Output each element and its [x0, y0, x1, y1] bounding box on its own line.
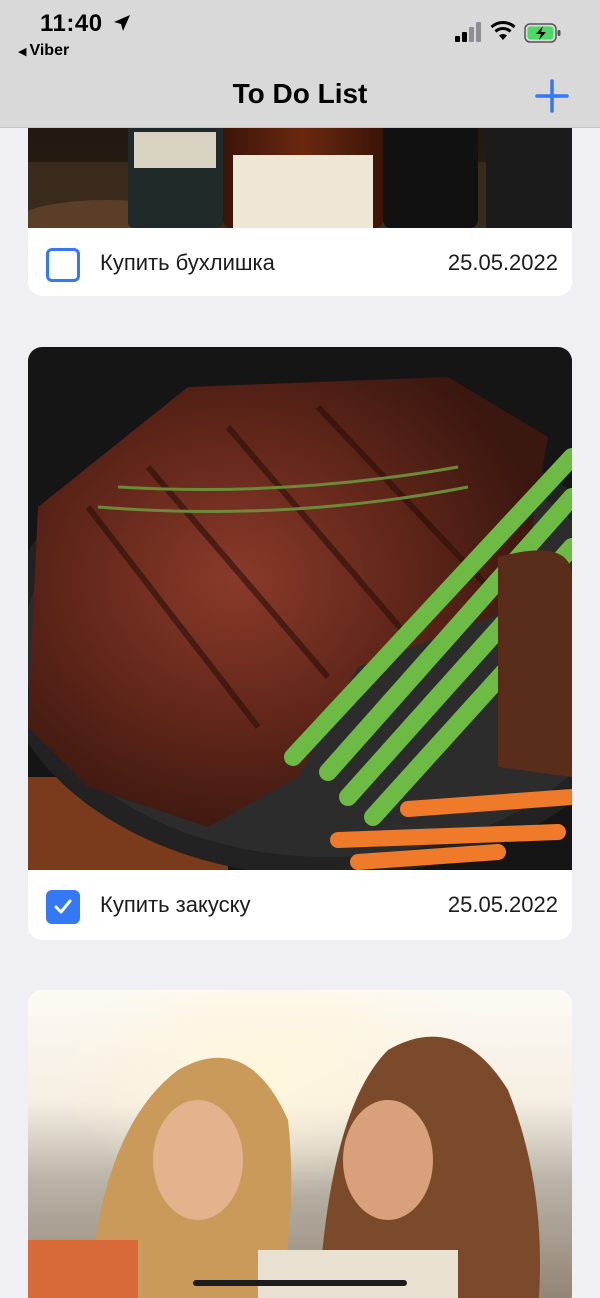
- task-card[interactable]: Купить закуску 25.05.2022: [28, 347, 572, 940]
- back-app-label: Viber: [29, 42, 70, 59]
- two-women-sunset-photo: [28, 990, 572, 1298]
- screen: 11:40 ◀ Viber To Do List Купить бухлишка…: [0, 0, 600, 1298]
- task-row: Купить бухлишка 25.05.2022: [28, 228, 572, 296]
- page-title: To Do List: [232, 78, 368, 109]
- add-task-button[interactable]: [534, 78, 570, 114]
- steak-asparagus-photo: [28, 347, 572, 870]
- checkmark-icon: [54, 899, 72, 914]
- task-title: Купить бухлишка: [100, 250, 275, 275]
- task-checkbox[interactable]: [46, 248, 80, 282]
- task-title: Купить закуску: [100, 892, 251, 917]
- back-to-app-link[interactable]: ◀ Viber: [18, 42, 69, 60]
- task-date: 25.05.2022: [447, 250, 558, 275]
- status-time: 11:40: [40, 10, 103, 37]
- cellular-signal-icon: [455, 22, 481, 42]
- task-checkbox[interactable]: [46, 890, 80, 924]
- wifi-icon: [490, 21, 516, 40]
- task-card[interactable]: [28, 990, 572, 1298]
- back-triangle-icon: ◀: [18, 46, 27, 58]
- home-indicator: [193, 1280, 407, 1286]
- task-date: 25.05.2022: [447, 892, 558, 917]
- task-row: Купить закуску 25.05.2022: [28, 870, 572, 940]
- top-bar: 11:40 ◀ Viber To Do List: [0, 0, 600, 128]
- location-arrow-icon: [114, 15, 130, 31]
- battery-charging-icon: [524, 23, 561, 43]
